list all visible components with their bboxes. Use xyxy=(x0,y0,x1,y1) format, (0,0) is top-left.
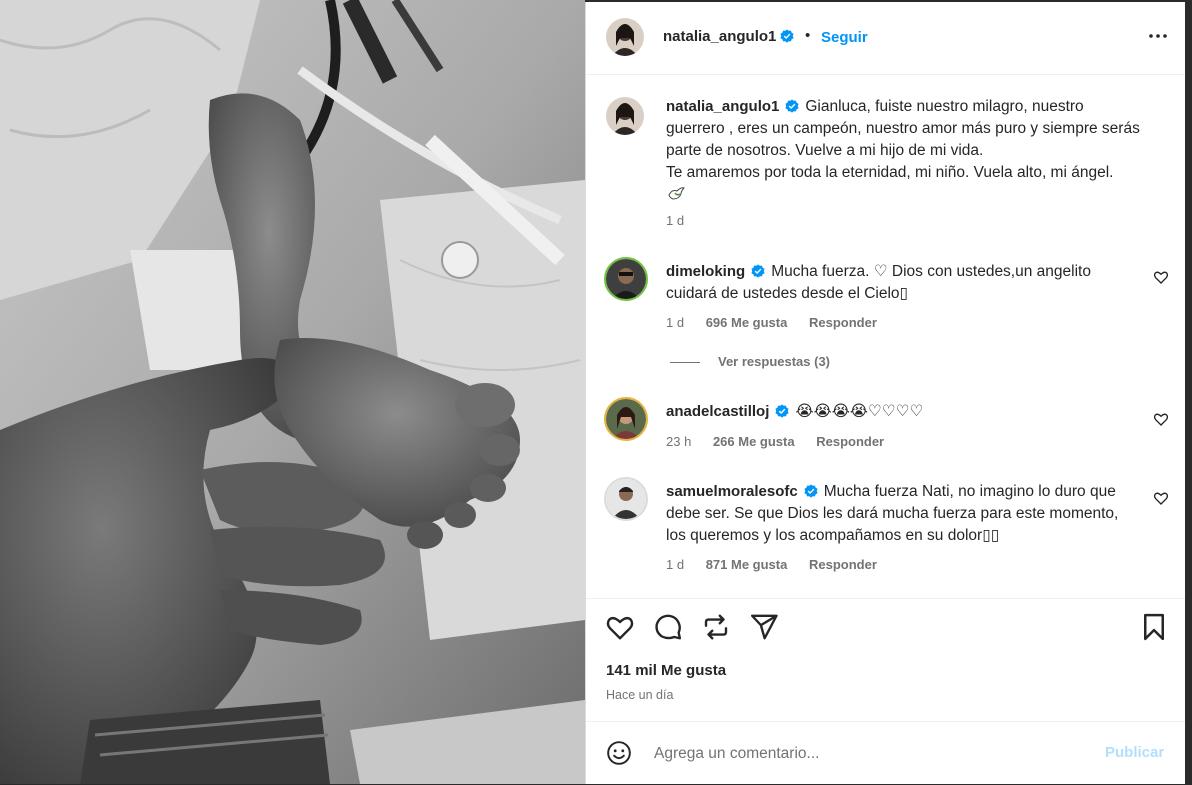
caption-text-block: natalia_angulo1 Gianluca, fuiste nuestro … xyxy=(666,96,1141,184)
caption-avatar[interactable] xyxy=(606,97,644,135)
comment-likes[interactable]: 266 Me gusta xyxy=(713,434,795,449)
more-horizontal-icon[interactable] xyxy=(1146,24,1170,48)
verified-badge-icon xyxy=(775,404,789,418)
like-comment-heart-icon[interactable] xyxy=(1153,269,1169,285)
commenter-avatar[interactable] xyxy=(604,397,648,441)
post-timestamp[interactable]: Hace un día xyxy=(606,688,673,702)
verified-badge-icon xyxy=(780,29,794,43)
commenter-avatar[interactable] xyxy=(604,477,648,521)
comment-meta: 23 h 266 Me gusta Responder xyxy=(666,434,902,449)
comment-username[interactable]: samuelmoralesofc xyxy=(666,483,798,500)
follow-button[interactable]: Seguir xyxy=(821,29,868,46)
caption-username[interactable]: natalia_angulo1 xyxy=(666,98,779,115)
verified-badge-icon xyxy=(751,264,765,278)
comment-likes[interactable]: 871 Me gusta xyxy=(706,557,788,572)
comment-meta: 1 d 696 Me gusta Responder xyxy=(666,315,895,330)
comment-time[interactable]: 1 d xyxy=(666,315,684,330)
actions-divider xyxy=(586,598,1185,599)
view-replies-button[interactable]: Ver respuestas (3) xyxy=(670,354,830,369)
commenter-avatar[interactable] xyxy=(604,257,648,301)
unknown-glyph-icon: ▯ xyxy=(899,285,909,302)
comment-username[interactable]: anadelcastilloj xyxy=(666,403,769,420)
dove-emoji-icon xyxy=(668,187,685,200)
verified-badge-icon xyxy=(804,484,818,498)
reply-button[interactable]: Responder xyxy=(809,315,877,330)
post-header: natalia_angulo1 • Seguir xyxy=(586,2,1185,75)
caption-meta: 1 d xyxy=(666,213,702,228)
comment-input[interactable] xyxy=(652,740,1086,768)
comment-composer: Publicar xyxy=(586,721,1185,785)
like-comment-heart-icon[interactable] xyxy=(1153,411,1169,427)
repost-icon[interactable] xyxy=(701,612,731,642)
emoji-icon[interactable] xyxy=(606,740,632,766)
comment-text-block: anadelcastilloj 😭😭😭😭♡♡♡♡ xyxy=(666,401,1141,423)
like-comment-heart-icon[interactable] xyxy=(1153,490,1169,506)
reply-button[interactable]: Responder xyxy=(809,557,877,572)
header-separator: • xyxy=(805,27,811,44)
author-avatar[interactable] xyxy=(606,18,644,56)
comment-time[interactable]: 1 d xyxy=(666,557,684,572)
post-like-count[interactable]: 141 mil Me gusta xyxy=(606,662,726,679)
author-username-row: natalia_angulo1 xyxy=(663,28,794,46)
comment-bubble-icon[interactable] xyxy=(653,612,683,642)
unknown-glyph-icon: ▯▯ xyxy=(982,527,1000,544)
photo-illustration xyxy=(0,0,585,784)
share-paper-plane-icon[interactable] xyxy=(749,612,779,642)
verified-badge-icon xyxy=(785,99,799,113)
comment-meta: 1 d 871 Me gusta Responder xyxy=(666,557,895,572)
like-heart-icon[interactable] xyxy=(605,612,635,642)
comment-time[interactable]: 23 h xyxy=(666,434,691,449)
post-panel: natalia_angulo1 • Seguir natalia_angulo1… xyxy=(585,2,1185,784)
author-username[interactable]: natalia_angulo1 xyxy=(663,28,776,45)
caption-time[interactable]: 1 d xyxy=(666,213,684,228)
post-photo[interactable] xyxy=(0,0,585,784)
comment-text-block: samuelmoralesofc Mucha fuerza Nati, no im… xyxy=(666,481,1141,547)
comment-text: 😭😭😭😭♡♡♡♡ xyxy=(795,403,924,420)
view-replies-label: Ver respuestas (3) xyxy=(718,354,831,369)
comment-username[interactable]: dimeloking xyxy=(666,263,745,280)
comments-section[interactable]: natalia_angulo1 Gianluca, fuiste nuestro … xyxy=(586,75,1185,597)
comment-likes[interactable]: 696 Me gusta xyxy=(706,315,788,330)
replies-divider xyxy=(670,362,700,364)
comment-text-block: dimeloking Mucha fuerza. ♡ Dios con usted… xyxy=(666,261,1141,305)
reply-button[interactable]: Responder xyxy=(816,434,884,449)
publish-button[interactable]: Publicar xyxy=(1105,744,1164,761)
save-bookmark-icon[interactable] xyxy=(1139,612,1169,642)
right-edge xyxy=(1184,0,1192,784)
